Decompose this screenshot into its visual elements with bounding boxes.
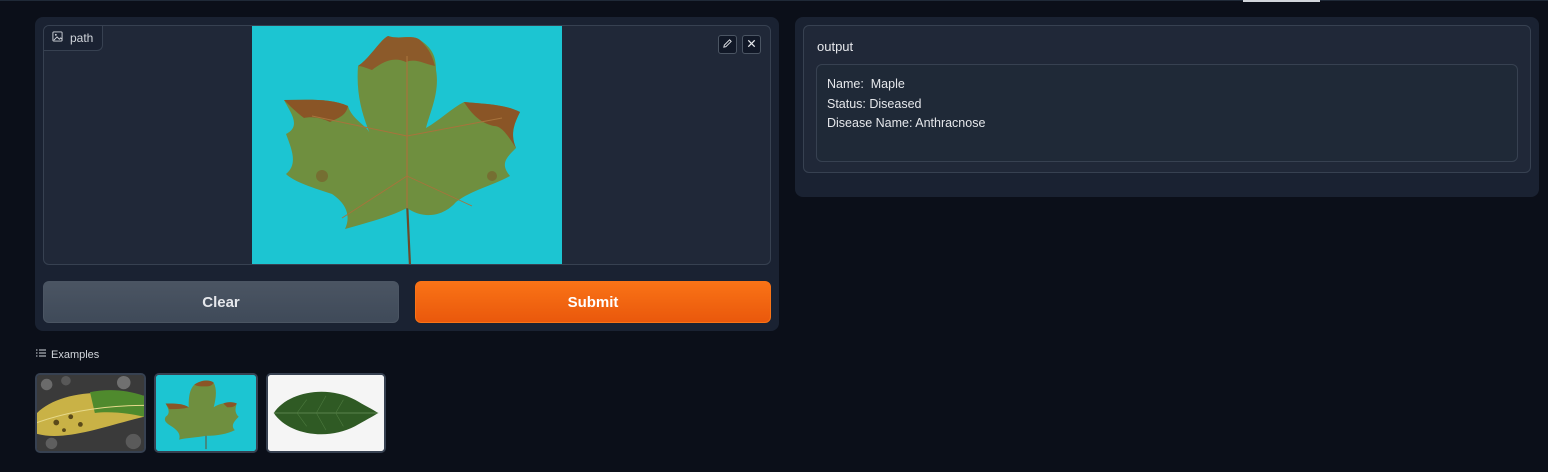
uploaded-leaf-image	[252, 26, 562, 264]
close-icon	[746, 36, 757, 54]
output-label: output	[817, 39, 854, 54]
example-thumbnail-1[interactable]	[35, 373, 146, 453]
remove-image-button[interactable]	[742, 35, 761, 54]
image-label: path	[44, 26, 104, 51]
output-line-disease: Disease Name: Anthracnose	[827, 116, 986, 130]
image-label-text: path	[70, 31, 94, 45]
examples-header: Examples	[36, 348, 99, 361]
output-textbox: output Name: Maple Status: Diseased Dise…	[803, 25, 1531, 173]
image-icon	[52, 31, 63, 45]
image-input[interactable]: path	[43, 25, 771, 265]
examples-title: Examples	[51, 348, 100, 361]
input-panel: path Clear Submit	[35, 17, 779, 331]
example-thumbnail-3[interactable]	[266, 373, 386, 453]
output-line-status: Status: Diseased	[827, 96, 922, 111]
edit-button[interactable]	[718, 35, 737, 54]
list-icon	[36, 348, 46, 361]
submit-button[interactable]: Submit	[415, 281, 771, 323]
active-tab-indicator	[1243, 0, 1320, 2]
example-thumbnail-2[interactable]	[154, 373, 258, 453]
edit-icon	[722, 36, 733, 54]
output-panel: output Name: Maple Status: Diseased Dise…	[795, 17, 1539, 197]
clear-button[interactable]: Clear	[43, 281, 399, 323]
output-line-name: Name: Maple	[827, 77, 905, 91]
output-text-area[interactable]: Name: Maple Status: Diseased Disease Nam…	[816, 64, 1518, 162]
